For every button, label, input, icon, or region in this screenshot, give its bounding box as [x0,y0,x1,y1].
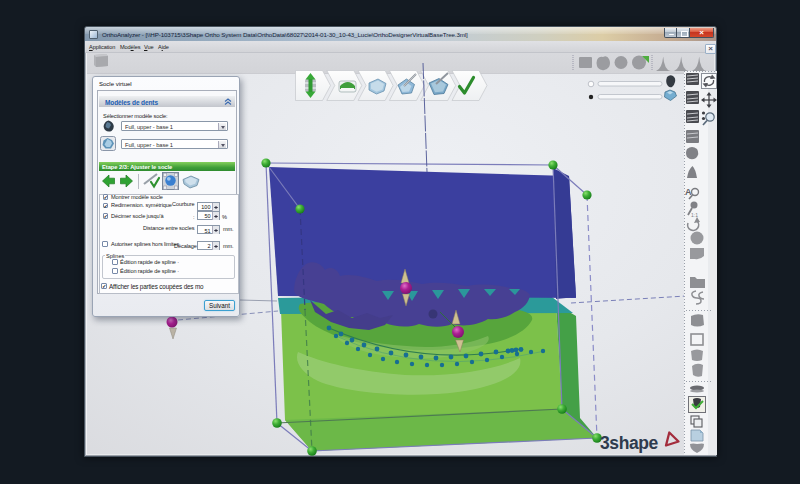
svg-text:1:1: 1:1 [691,212,698,218]
